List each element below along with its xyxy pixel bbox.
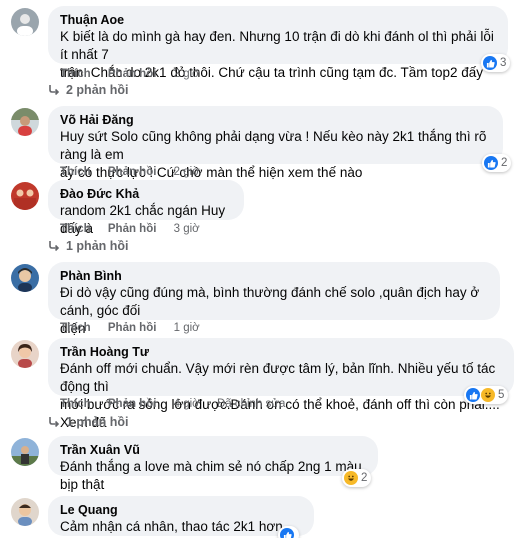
comment-time[interactable]: 1 giờ bbox=[174, 322, 200, 334]
comment-time[interactable]: 4 giờ bbox=[174, 398, 200, 410]
comment-text: Đi dò vậy cũng đúng mà, bình thường đánh… bbox=[60, 285, 480, 318]
comment-text: Huy sứt Solo cũng không phải dạng vừa ! … bbox=[60, 129, 487, 162]
view-replies-link[interactable]: 1 phản hồi bbox=[48, 414, 129, 430]
comment-author[interactable]: Le Quang bbox=[60, 502, 302, 518]
comment-author[interactable]: Võ Hải Đăng bbox=[60, 112, 491, 128]
comment-bubble: Le Quang Cảm nhận cá nhân, thao tác 2k1 … bbox=[48, 496, 314, 538]
comment-actions: Thích Phản hồi 3 giờ bbox=[60, 222, 214, 236]
comment-author[interactable]: Trần Xuân Vũ bbox=[60, 442, 366, 458]
comment-item: Đào Đức Khả random 2k1 chắc ngán Huy đấy… bbox=[8, 180, 512, 256]
comment-author[interactable]: Trần Hoàng Tư bbox=[60, 344, 502, 360]
like-reaction-icon bbox=[280, 528, 294, 538]
edited-label[interactable]: Đã chỉnh sửa bbox=[217, 398, 285, 410]
comment-item: Trần Hoàng Tư Đánh off mới chuẩn. Vậy mớ… bbox=[8, 338, 514, 430]
view-replies-link[interactable]: 1 phản hồi bbox=[48, 238, 129, 254]
view-replies-link[interactable]: 2 phản hồi bbox=[48, 82, 129, 98]
reply-button[interactable]: Phản hồi bbox=[108, 166, 157, 178]
avatar[interactable] bbox=[11, 108, 39, 136]
reply-button[interactable]: Phản hồi bbox=[108, 68, 157, 80]
reply-arrow-icon bbox=[49, 241, 60, 251]
comment-actions: Thích Phản hồi 4 giờ Đã chỉnh sửa bbox=[60, 397, 299, 411]
comment-item: Trần Xuân Vũ Đánh thắng a love mà chim s… bbox=[8, 436, 512, 492]
reaction-count[interactable] bbox=[278, 526, 299, 538]
comment-item: Le Quang Cảm nhận cá nhân, thao tác 2k1 … bbox=[8, 496, 512, 538]
comment-author[interactable]: Đào Đức Khả bbox=[60, 186, 232, 202]
comment-bubble: Thuận Aoe K biết là do mình gà hay đen. … bbox=[48, 6, 508, 80]
like-reaction-icon bbox=[466, 388, 480, 402]
haha-reaction-icon bbox=[481, 388, 495, 402]
reaction-count[interactable]: 5 bbox=[464, 386, 509, 404]
like-button[interactable]: Thích bbox=[60, 223, 91, 235]
comment-bubble: Võ Hải Đăng Huy sứt Solo cũng không phải… bbox=[48, 106, 503, 180]
comment-actions: Thích Phản hồi 2 giờ bbox=[60, 165, 214, 179]
comment-actions: Thích Phản hồi 1 giờ bbox=[60, 321, 214, 335]
avatar[interactable] bbox=[11, 264, 39, 292]
comment-author[interactable]: Thuận Aoe bbox=[60, 12, 496, 28]
like-reaction-icon bbox=[483, 56, 497, 70]
reply-button[interactable]: Phản hồi bbox=[108, 398, 157, 410]
avatar[interactable] bbox=[11, 182, 39, 210]
comment-text: K biết là do mình gà hay đen. Nhưng 10 t… bbox=[60, 29, 494, 62]
comment-time[interactable]: 3 giờ bbox=[174, 223, 200, 235]
avatar[interactable] bbox=[11, 340, 39, 368]
comment-bubble: Trần Xuân Vũ Đánh thắng a love mà chim s… bbox=[48, 436, 378, 492]
comment-item: Phàn Bình Đi dò vậy cũng đúng mà, bình t… bbox=[8, 262, 512, 336]
reaction-count[interactable]: 2 bbox=[482, 154, 512, 172]
comment-text: Cảm nhận cá nhân, thao tác 2k1 hơn nửa t… bbox=[60, 519, 283, 538]
comment-actions: Thích Phản hồi 2 giờ bbox=[60, 67, 214, 81]
comment-item: Thuận Aoe K biết là do mình gà hay đen. … bbox=[8, 6, 512, 102]
reply-button[interactable]: Phản hồi bbox=[108, 223, 157, 235]
comment-time[interactable]: 2 giờ bbox=[174, 68, 200, 80]
avatar[interactable] bbox=[11, 438, 39, 466]
haha-reaction-icon bbox=[344, 471, 358, 485]
comment-author[interactable]: Phàn Bình bbox=[60, 268, 488, 284]
comment-text: Đánh off mới chuẩn. Vậy mới rèn được tâm… bbox=[60, 361, 496, 394]
reply-button[interactable]: Phản hồi bbox=[108, 322, 157, 334]
like-reaction-icon bbox=[484, 156, 498, 170]
comment-text: Đánh thắng a love mà chim sẻ nó chấp 2ng… bbox=[60, 459, 366, 492]
like-button[interactable]: Thích bbox=[60, 166, 91, 178]
reaction-count[interactable]: 2 bbox=[342, 469, 372, 487]
comment-item: Võ Hải Đăng Huy sứt Solo cũng không phải… bbox=[8, 106, 512, 180]
reply-arrow-icon bbox=[49, 85, 60, 95]
avatar[interactable] bbox=[11, 8, 39, 36]
reaction-count[interactable]: 3 bbox=[481, 54, 511, 72]
comment-time[interactable]: 2 giờ bbox=[174, 166, 200, 178]
comment-bubble: Trần Hoàng Tư Đánh off mới chuẩn. Vậy mớ… bbox=[48, 338, 514, 430]
reply-arrow-icon bbox=[49, 417, 60, 427]
like-button[interactable]: Thích bbox=[60, 68, 91, 80]
comment-bubble: Phàn Bình Đi dò vậy cũng đúng mà, bình t… bbox=[48, 262, 500, 336]
like-button[interactable]: Thích bbox=[60, 322, 91, 334]
like-button[interactable]: Thích bbox=[60, 398, 91, 410]
comment-bubble: Đào Đức Khả random 2k1 chắc ngán Huy đấy… bbox=[48, 180, 244, 236]
avatar[interactable] bbox=[11, 498, 39, 526]
